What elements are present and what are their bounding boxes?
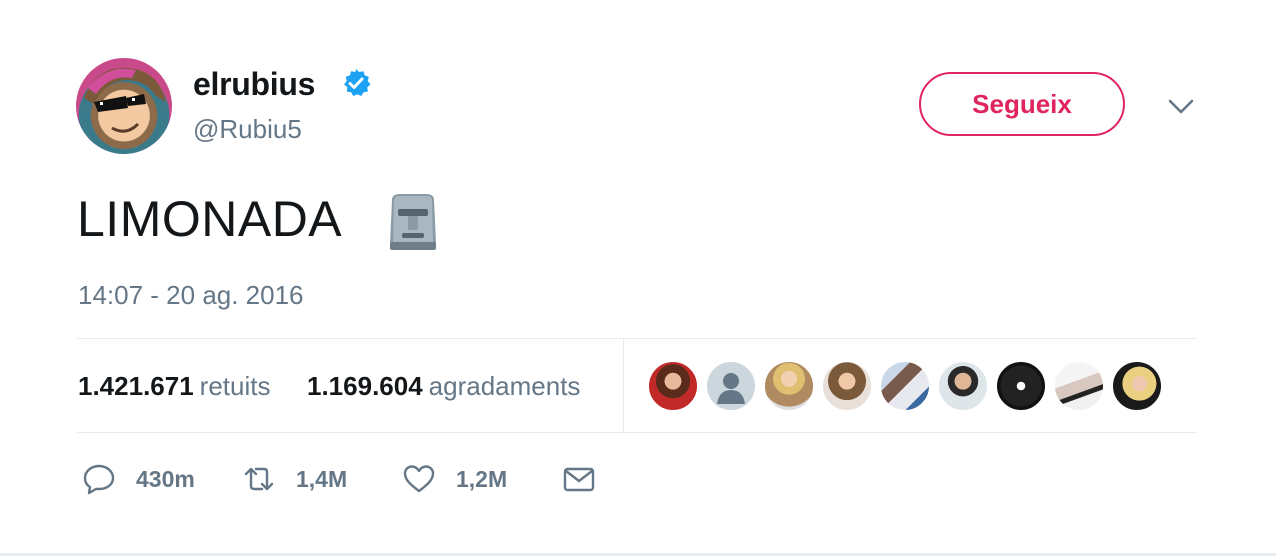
- liker-avatar[interactable]: [648, 361, 698, 411]
- divider: [623, 339, 624, 432]
- user-handle[interactable]: @Rubiu5: [193, 114, 302, 145]
- user-avatar[interactable]: [76, 58, 172, 154]
- liker-avatar[interactable]: [880, 361, 930, 411]
- reply-count: 430m: [136, 465, 195, 492]
- tweet-text: LIMONADA: [77, 191, 343, 247]
- retweet-button[interactable]: 1,4M: [242, 460, 347, 498]
- liker-avatar[interactable]: [996, 361, 1046, 411]
- like-button[interactable]: 1,2M: [402, 460, 507, 498]
- reply-button[interactable]: 430m: [82, 460, 195, 498]
- likes-stat-link[interactable]: 1.169.604 agradaments: [307, 371, 580, 402]
- liker-avatar[interactable]: [938, 361, 988, 411]
- divider: [77, 432, 1197, 433]
- heart-icon: [403, 465, 435, 493]
- moai-emoji-icon: [390, 194, 436, 250]
- liker-avatar[interactable]: [1112, 361, 1162, 411]
- retweet-icon: [244, 467, 274, 491]
- likes-count: 1.169.604: [307, 371, 423, 401]
- reply-icon: [83, 464, 115, 495]
- display-name[interactable]: elrubius: [193, 66, 315, 103]
- direct-message-button[interactable]: [562, 460, 596, 498]
- liker-avatar[interactable]: [822, 361, 872, 411]
- liker-avatar[interactable]: [1054, 361, 1104, 411]
- liker-avatar-default[interactable]: [706, 361, 756, 411]
- envelope-icon: [563, 467, 595, 492]
- tweet-timestamp[interactable]: 14:07 - 20 ag. 2016: [78, 280, 304, 311]
- retweet-count: 1,4M: [296, 465, 348, 492]
- retweets-count: 1.421.671: [78, 371, 194, 401]
- divider: [77, 338, 1197, 339]
- likes-label: agradaments: [428, 371, 581, 401]
- retweets-stat-link[interactable]: 1.421.671 retuits: [78, 371, 270, 402]
- tweet-card: elrubius @Rubiu5 Segueix LIMONADA 14:07 …: [0, 0, 1276, 560]
- card-bottom-border: [0, 553, 1276, 556]
- like-count: 1,2M: [456, 465, 508, 492]
- follow-button[interactable]: Segueix: [919, 72, 1125, 136]
- retweets-label: retuits: [199, 371, 271, 401]
- liker-avatar[interactable]: [764, 361, 814, 411]
- verified-badge-icon: [344, 69, 371, 96]
- chevron-down-icon[interactable]: [1166, 94, 1196, 120]
